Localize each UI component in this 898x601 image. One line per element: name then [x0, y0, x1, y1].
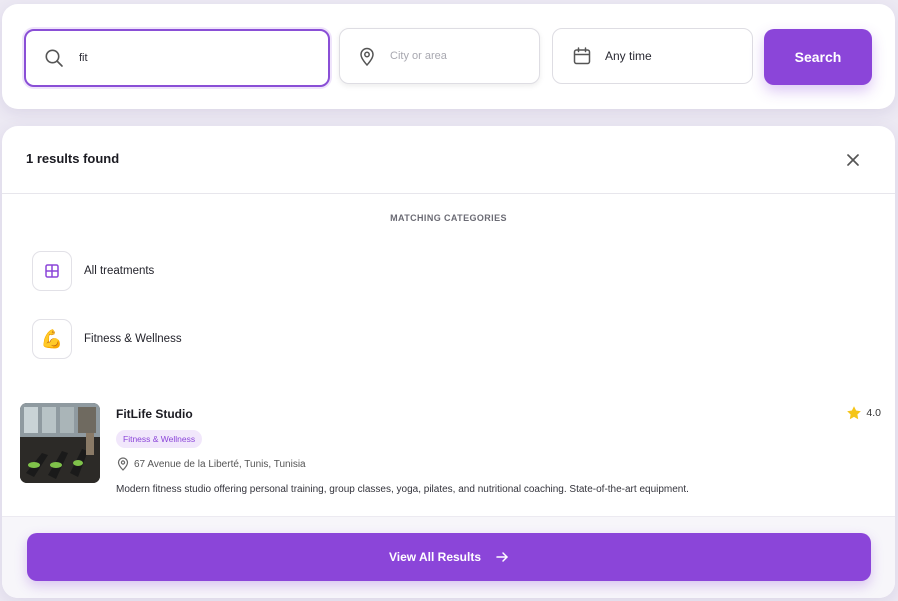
venue-rating: 4.0: [846, 405, 881, 421]
location-field[interactable]: [339, 28, 540, 84]
search-icon: [43, 47, 65, 69]
venue-address: 67 Avenue de la Liberté, Tunis, Tunisia: [116, 457, 306, 471]
calendar-icon: [571, 45, 593, 67]
category-label: Fitness & Wellness: [84, 333, 182, 345]
map-pin-icon: [116, 457, 130, 471]
result-item-fitlife-studio[interactable]: FitLife Studio Fitness & Wellness 67 Ave…: [19, 402, 881, 495]
flexed-biceps-icon: 💪: [32, 319, 72, 359]
results-count: 1 results found: [26, 151, 120, 166]
results-panel: 1 results found MATCHING CATEGORIES All …: [2, 126, 895, 598]
close-icon[interactable]: [845, 152, 861, 168]
search-query-field[interactable]: [24, 29, 330, 87]
category-item-fitness-wellness[interactable]: 💪 Fitness & Wellness: [32, 319, 182, 359]
star-icon: [846, 405, 862, 421]
category-item-all-treatments[interactable]: All treatments: [32, 251, 154, 291]
date-picker[interactable]: Any time: [552, 28, 753, 84]
date-picker-label: Any time: [605, 49, 652, 63]
venue-address-text: 67 Avenue de la Liberté, Tunis, Tunisia: [134, 458, 306, 470]
arrow-right-icon: [495, 550, 509, 564]
results-header: 1 results found: [2, 126, 895, 194]
venue-thumbnail: [20, 403, 100, 483]
results-footer: View All Results: [2, 516, 895, 598]
grid-icon: [32, 251, 72, 291]
venue-title[interactable]: FitLife Studio: [116, 407, 193, 421]
map-pin-icon: [358, 45, 376, 67]
location-input[interactable]: [390, 50, 539, 62]
rating-value: 4.0: [866, 407, 881, 419]
matching-categories-heading: MATCHING CATEGORIES: [390, 213, 507, 223]
search-button[interactable]: Search: [764, 29, 872, 85]
category-badge: Fitness & Wellness: [116, 430, 203, 448]
view-all-results-button[interactable]: View All Results: [27, 533, 871, 581]
venue-description: Modern fitness studio offering personal …: [116, 484, 689, 495]
view-all-label: View All Results: [388, 550, 482, 564]
search-input[interactable]: [79, 52, 279, 64]
search-bar: Any time Search: [2, 4, 895, 109]
category-label: All treatments: [84, 265, 155, 277]
